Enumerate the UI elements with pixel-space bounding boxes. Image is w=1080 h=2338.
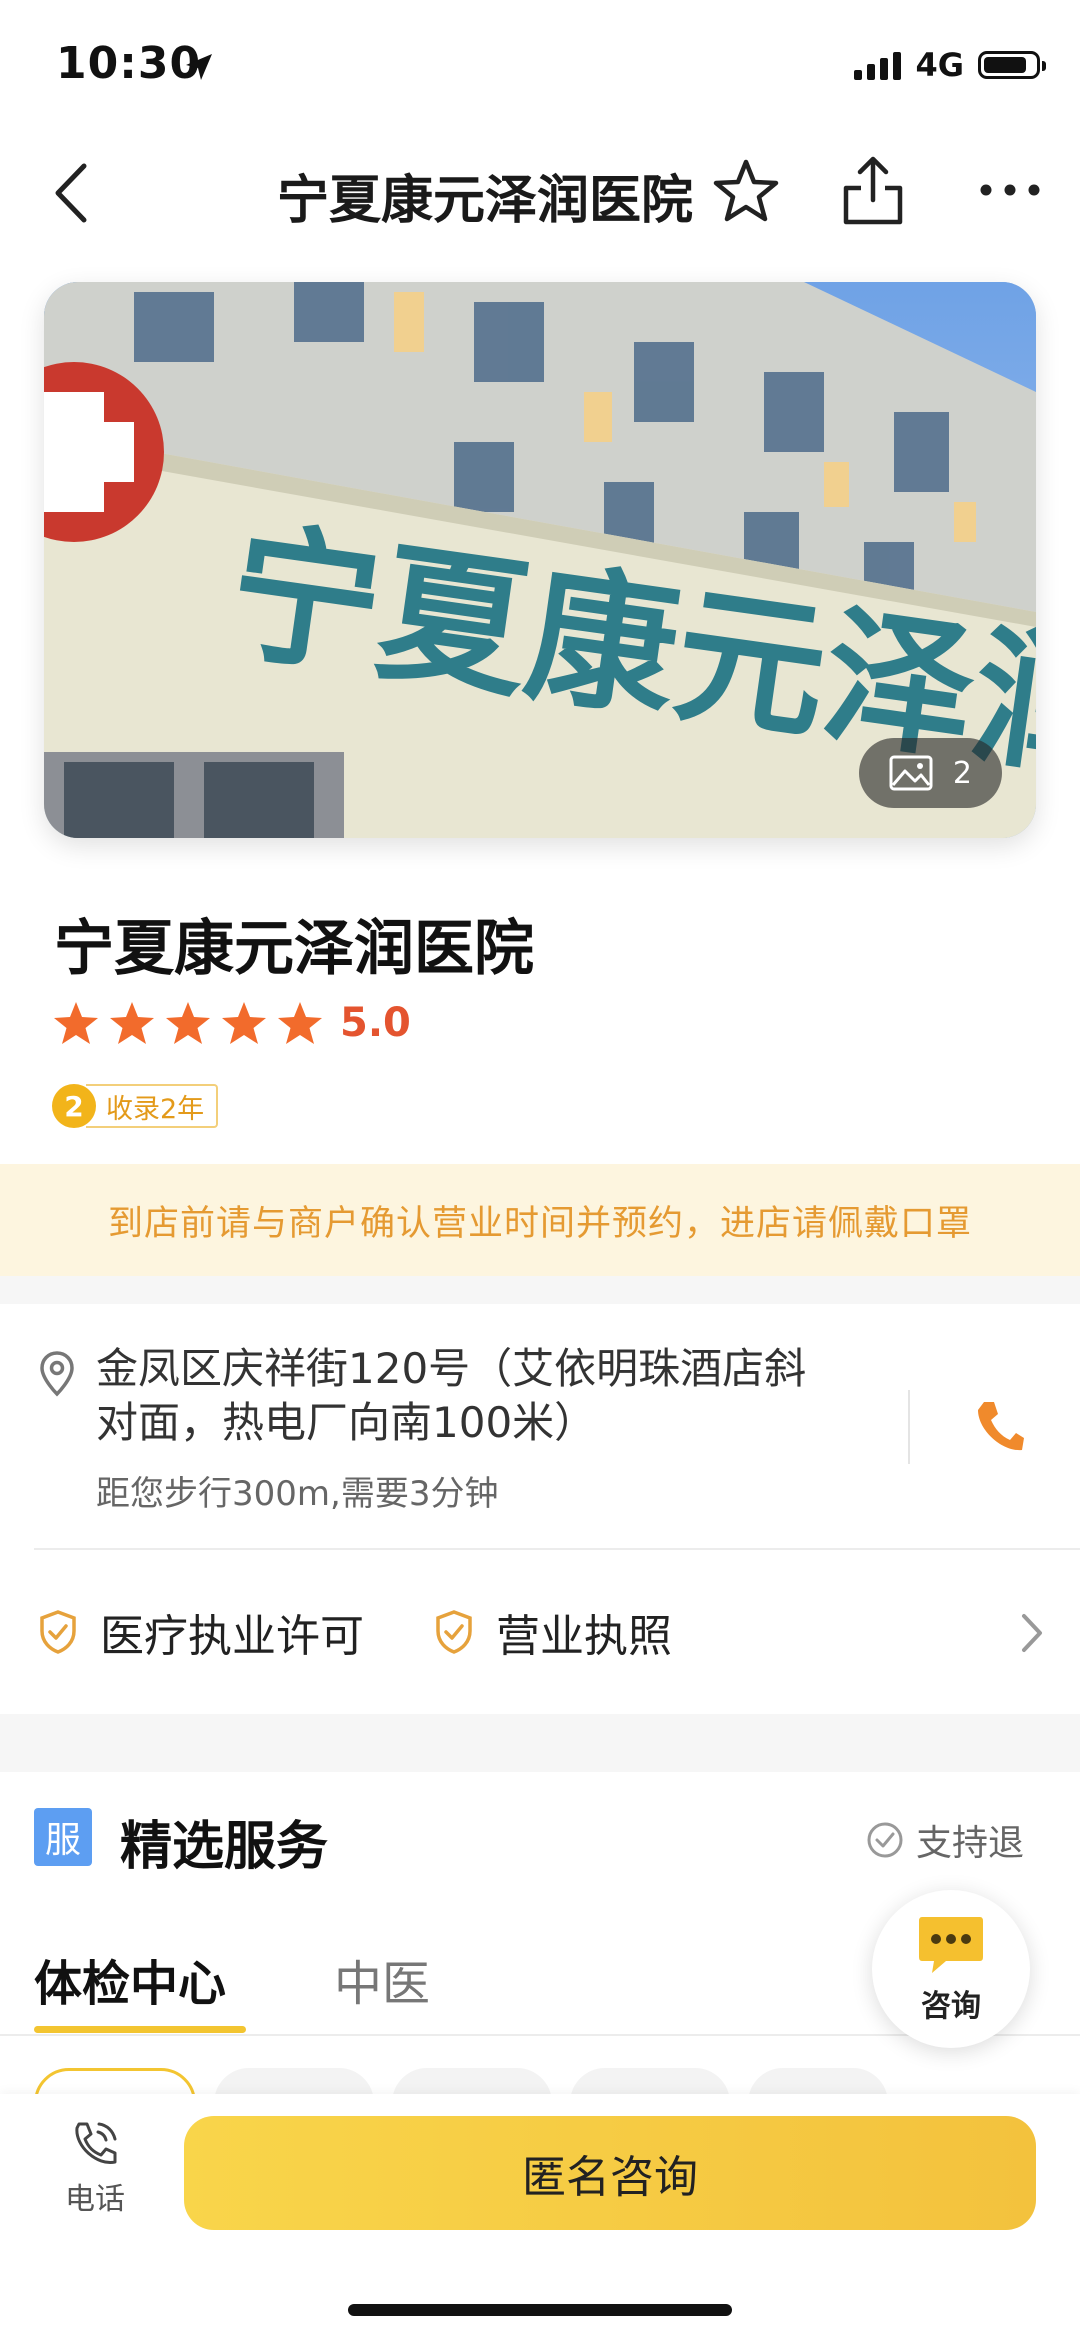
anonymous-consult-button[interactable]: 匿名咨询 [184,2116,1036,2230]
tab-checkup-center[interactable]: 体检中心 [34,1944,226,2014]
business-license-label: 营业执照 [496,1611,672,1662]
image-icon [889,755,933,791]
hospital-name: 宁夏康元泽润医院 [54,914,534,984]
location-pin-icon [40,1351,74,1397]
divider [908,1390,910,1464]
refund-support: 支持退 [866,1814,1024,1866]
status-time: 10:30 [56,38,202,89]
business-license[interactable]: 营业执照 [434,1600,672,1664]
favorite-star-icon[interactable] [712,158,780,224]
star-icon [166,1002,210,1044]
call-button[interactable]: 电话 [40,2118,150,2218]
chat-bubble-icon [919,1917,983,1973]
network-type: 4G [915,46,964,84]
shield-check-icon [40,1610,76,1654]
rating-score: 5.0 [340,1000,411,1046]
phone-icon[interactable] [974,1398,1026,1456]
services-title: 精选服务 [120,1817,329,1877]
medical-license[interactable]: 医疗执业许可 [38,1600,364,1664]
address-line-2: 对面，热电厂向南100米） [96,1398,597,1447]
more-icon[interactable] [978,182,1042,198]
check-circle-icon [867,1822,903,1858]
rating-stars: 5.0 [52,1000,411,1046]
star-icon [54,1002,98,1044]
divider [34,1548,1080,1550]
notice-banner: 到店前请与商户确认营业时间并预约，进店请佩戴口罩 [0,1164,1080,1276]
signal-icon [854,50,902,80]
hospital-photo[interactable]: 宁夏康元泽润医院 2 [44,282,1036,838]
battery-icon [978,51,1046,79]
star-icon [110,1002,154,1044]
photo-count-badge[interactable]: 2 [858,738,1002,808]
share-icon[interactable] [840,154,906,226]
walking-distance: 距您步行300m,需要3分钟 [96,1474,499,1514]
active-tab-indicator [34,2026,246,2033]
badge-text: 收录2年 [86,1084,219,1128]
medical-license-label: 医疗执业许可 [100,1611,364,1662]
section-divider [0,1714,1080,1772]
photo-count: 2 [952,755,972,791]
shield-check-icon [436,1610,472,1654]
listed-years-badge: 2 收录2年 [52,1084,219,1128]
section-divider [0,1276,1080,1304]
consult-fab[interactable]: 咨询 [872,1890,1030,2048]
location-arrow-icon [186,54,212,80]
chevron-right-icon[interactable] [1020,1612,1044,1654]
refund-label: 支持退 [915,1823,1024,1864]
nav-title: 宁夏康元泽润医院 [0,158,1080,233]
phone-call-icon [75,2122,117,2164]
tab-tcm[interactable]: 中医 [334,1944,430,2014]
address[interactable]: 金凤区庆祥街120号（艾依明珠酒店斜 对面，热电厂向南100米） [96,1342,866,1450]
star-icon [222,1002,266,1044]
services-icon: 服 [34,1808,92,1866]
nav-title-text: 宁夏康元泽润医院 [276,171,693,231]
call-label: 电话 [65,2182,125,2217]
star-icon [278,1002,322,1044]
status-right: 4G [854,46,1046,84]
home-indicator [348,2304,732,2316]
address-line-1: 金凤区庆祥街120号（艾依明珠酒店斜 [96,1344,807,1393]
badge-number: 2 [52,1084,96,1128]
consult-fab-label: 咨询 [921,1989,981,2024]
